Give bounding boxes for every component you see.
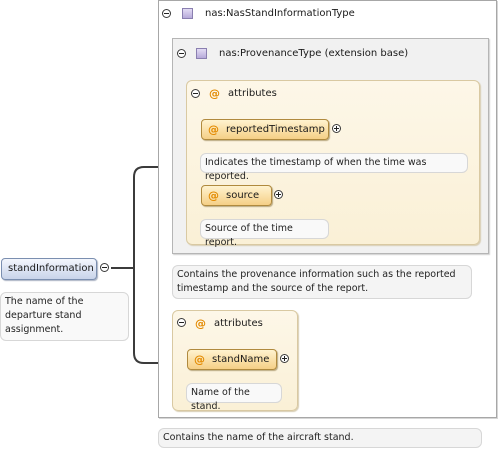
stand-name-description: Name of the stand.	[186, 383, 282, 412]
attribute-at-icon: @	[208, 189, 219, 202]
attribute-name: source	[226, 189, 260, 201]
stand-type-title: nas:NasStandInformationType	[205, 8, 355, 19]
provenance-attributes-collapse-icon[interactable]	[191, 89, 200, 98]
complex-type-icon	[182, 8, 193, 19]
attribute-at-icon: @	[208, 123, 219, 136]
provenance-description: Contains the provenance information such…	[172, 265, 472, 299]
stand-type-description: Contains the name of the aircraft stand.	[158, 428, 482, 448]
attribute-at-icon: @	[194, 353, 205, 366]
stand-information-collapse-icon[interactable]	[100, 263, 109, 272]
reported-timestamp-description: Indicates the timestamp of when the time…	[200, 153, 468, 182]
element-stand-information[interactable]: standInformation	[1, 258, 97, 280]
source-description: Source of the time report.	[200, 219, 329, 248]
attribute-stand-name[interactable]: @ standName	[187, 349, 277, 370]
provenance-type-title: nas:ProvenanceType (extension base)	[219, 48, 409, 59]
stand-information-description: The name of the departure stand assignme…	[0, 292, 129, 341]
attribute-at-icon: @	[209, 87, 220, 100]
element-name: standInformation	[8, 263, 94, 274]
attribute-name: standName	[212, 353, 270, 365]
attribute-source[interactable]: @ source	[201, 185, 272, 206]
attribute-at-icon: @	[195, 317, 206, 330]
provenance-collapse-icon[interactable]	[177, 49, 186, 58]
stand-name-expand-icon[interactable]	[280, 354, 289, 363]
source-expand-icon[interactable]	[274, 190, 283, 199]
stand-attributes-collapse-icon[interactable]	[177, 318, 186, 327]
complex-type-icon	[196, 48, 207, 59]
stand-attributes-label: attributes	[214, 318, 263, 329]
reported-timestamp-expand-icon[interactable]	[332, 124, 341, 133]
provenance-attributes-label: attributes	[228, 88, 277, 99]
attribute-name: reportedTimestamp	[226, 123, 325, 135]
stand-type-collapse-icon[interactable]	[162, 9, 171, 18]
attribute-reported-timestamp[interactable]: @ reportedTimestamp	[201, 119, 329, 140]
